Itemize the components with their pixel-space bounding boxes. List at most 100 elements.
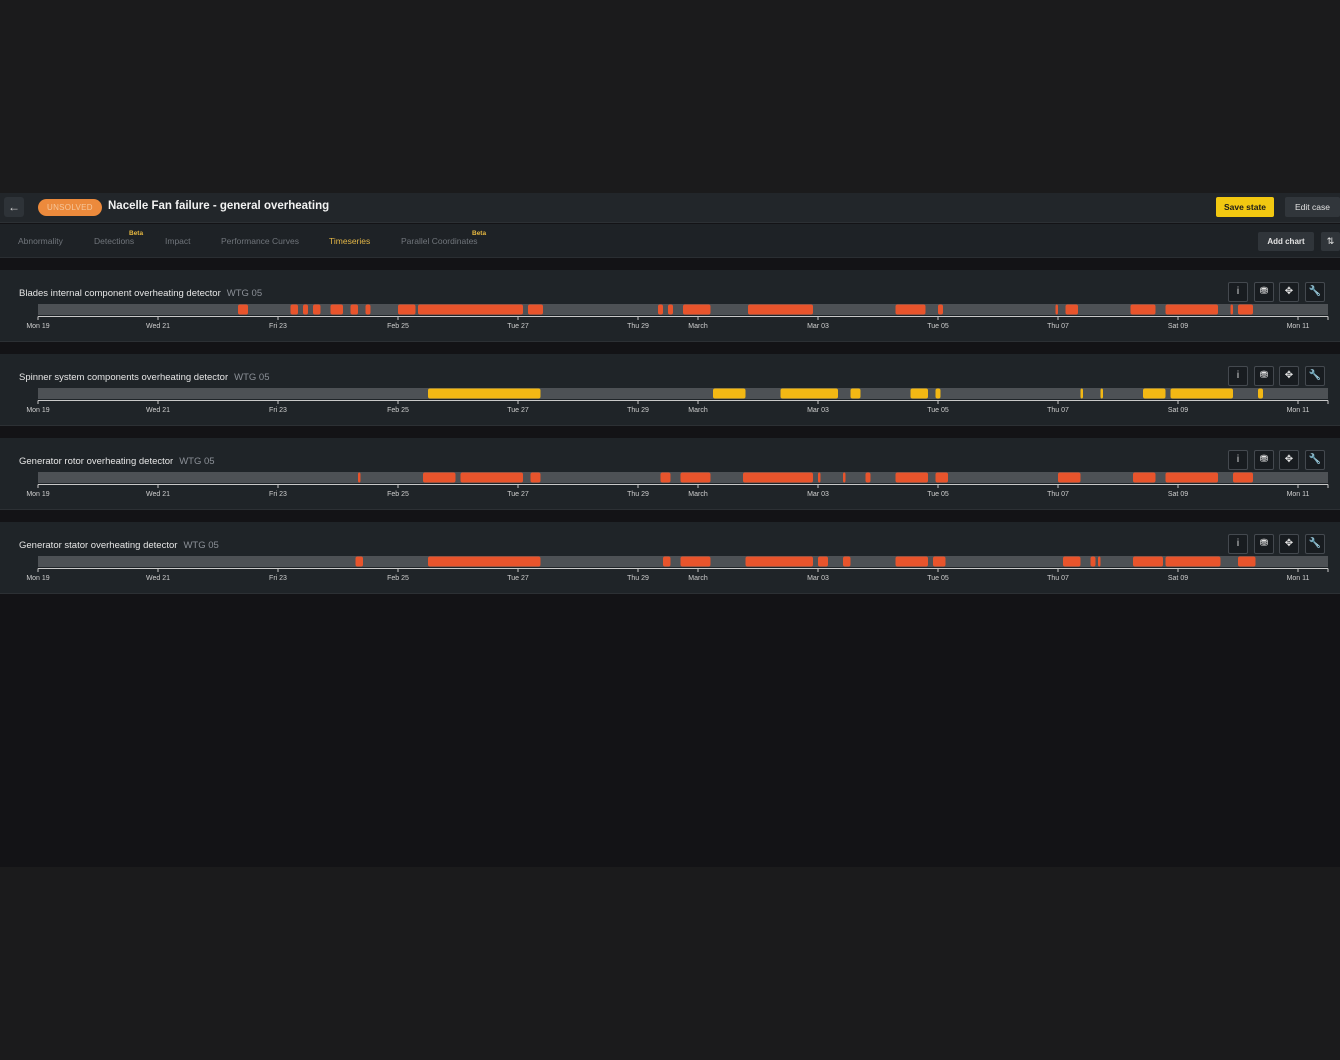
- x-axis-tick-label: Mon 11: [1287, 491, 1310, 498]
- x-axis-tick-label: Feb 25: [387, 407, 409, 414]
- event-bar: [1230, 304, 1233, 315]
- move-button[interactable]: ✥: [1279, 534, 1299, 554]
- detector-name: Generator rotor overheating detector: [19, 456, 174, 467]
- event-bar: [1063, 556, 1081, 567]
- sort-button[interactable]: ⇅: [1321, 232, 1340, 251]
- x-axis-tick-label: Mar 03: [807, 575, 829, 582]
- move-button[interactable]: ✥: [1279, 282, 1299, 302]
- settings-button[interactable]: 🔧: [1305, 366, 1325, 386]
- detector-timeline-chart: Mon 19 Wed 21 Fri 23 Feb 25 Tue 27 Thu 29 Marc…: [26, 304, 1329, 330]
- event-bar: [1165, 304, 1218, 315]
- tab-parallel-coordinates[interactable]: Parallel Coordinates: [401, 236, 478, 246]
- event-bar: [745, 556, 813, 567]
- x-axis-tick-label: Mon 19: [26, 323, 49, 330]
- event-bar: [910, 388, 928, 399]
- info-button[interactable]: i: [1228, 450, 1248, 470]
- event-bar: [895, 304, 926, 315]
- detector-timeline-chart: Mon 19 Wed 21 Fri 23 Feb 25 Tue 27 Thu 29 Marc…: [26, 556, 1329, 582]
- x-axis-tick-label: Wed 21: [146, 323, 170, 330]
- settings-button[interactable]: 🔧: [1305, 282, 1325, 302]
- detector-title: Generator rotor overheating detector WTG …: [19, 456, 215, 467]
- event-bar: [1238, 304, 1253, 315]
- x-axis-tick-label: Thu 29: [627, 407, 649, 414]
- x-axis-tick-label: Mar 03: [807, 407, 829, 414]
- filter-button[interactable]: ⛃: [1254, 534, 1274, 554]
- detector-title: Blades internal component overheating de…: [19, 288, 262, 299]
- move-button[interactable]: ✥: [1279, 450, 1299, 470]
- timeline-track: [38, 388, 1328, 399]
- info-button[interactable]: i: [1228, 366, 1248, 386]
- move-icon: ✥: [1284, 370, 1294, 381]
- detector-asset: WTG 05: [234, 372, 270, 383]
- filter-icon: ⛃: [1259, 286, 1269, 297]
- event-bar: [668, 304, 673, 315]
- filter-icon: ⛃: [1259, 538, 1269, 549]
- event-bar: [1258, 388, 1263, 399]
- x-axis-tick-label: Feb 25: [387, 491, 409, 498]
- move-icon: ✥: [1284, 454, 1294, 465]
- detector-title: Spinner system components overheating de…: [19, 372, 270, 383]
- x-axis-tick-label: Feb 25: [387, 575, 409, 582]
- detector-timeline-chart: Mon 19 Wed 21 Fri 23 Feb 25 Tue 27 Thu 29 Marc…: [26, 472, 1329, 498]
- event-bar: [1098, 556, 1101, 567]
- event-bar: [843, 472, 846, 483]
- event-bar: [1100, 388, 1103, 399]
- beta-badge: Beta: [129, 230, 144, 237]
- move-button[interactable]: ✥: [1279, 366, 1299, 386]
- detector-asset: WTG 05: [183, 540, 219, 551]
- x-axis-tick-label: Thu 29: [627, 323, 649, 330]
- filter-button[interactable]: ⛃: [1254, 282, 1274, 302]
- detector-panel: Spinner system components overheating de…: [0, 354, 1340, 426]
- settings-button[interactable]: 🔧: [1305, 450, 1325, 470]
- tab-timeseries[interactable]: Timeseries: [329, 236, 370, 246]
- x-axis-tick-label: Fri 23: [269, 491, 287, 498]
- event-bar: [398, 304, 416, 315]
- event-bar: [938, 304, 943, 315]
- event-bar: [1055, 304, 1058, 315]
- event-bar: [1133, 472, 1156, 483]
- event-bar: [1133, 556, 1163, 567]
- x-axis-tick-label: Sat 09: [1168, 323, 1188, 330]
- filter-button[interactable]: ⛃: [1254, 366, 1274, 386]
- event-bar: [355, 556, 363, 567]
- x-axis-tick-label: Wed 21: [146, 491, 170, 498]
- event-bar: [1065, 304, 1078, 315]
- detector-name: Spinner system components overheating de…: [19, 372, 229, 383]
- event-bar: [1143, 388, 1166, 399]
- add-chart-button[interactable]: Add chart: [1258, 232, 1314, 251]
- x-axis-tick-label: Mon 19: [26, 575, 49, 582]
- x-axis-tick-label: Tue 27: [507, 491, 529, 498]
- x-axis-tick-label: Sat 09: [1168, 491, 1188, 498]
- filter-button[interactable]: ⛃: [1254, 450, 1274, 470]
- event-bar: [895, 472, 928, 483]
- event-bar: [818, 556, 828, 567]
- detector-asset: WTG 05: [226, 288, 263, 299]
- tab-impact[interactable]: Impact: [165, 236, 191, 246]
- x-axis-tick-label: Wed 21: [146, 407, 170, 414]
- event-bar: [1165, 556, 1221, 567]
- edit-case-button[interactable]: Edit case: [1285, 197, 1340, 217]
- status-badge: UNSOLVED: [38, 199, 102, 216]
- tab-abnormality[interactable]: Abnormality: [18, 236, 63, 246]
- bottom-background: [0, 867, 1340, 1060]
- back-button[interactable]: ←: [4, 197, 24, 217]
- event-bar: [743, 472, 813, 483]
- tab-performance-curves[interactable]: Performance Curves: [221, 236, 299, 246]
- event-bar: [935, 472, 948, 483]
- event-bar: [428, 556, 541, 567]
- x-axis-tick-label: Thu 29: [627, 575, 649, 582]
- event-bar: [428, 388, 541, 399]
- wrench-icon: 🔧: [1308, 286, 1322, 297]
- info-button[interactable]: i: [1228, 534, 1248, 554]
- save-state-button[interactable]: Save state: [1216, 197, 1274, 217]
- settings-button[interactable]: 🔧: [1305, 534, 1325, 554]
- info-button[interactable]: i: [1228, 282, 1248, 302]
- event-bar: [330, 304, 343, 315]
- event-bar: [935, 388, 941, 399]
- tab-detections[interactable]: Detections: [94, 236, 134, 246]
- tab-bar: Abnormality Detections Beta Impact Perfo…: [0, 224, 1340, 258]
- detector-timeline-chart: Mon 19 Wed 21 Fri 23 Feb 25 Tue 27 Thu 29 Marc…: [26, 388, 1329, 414]
- info-icon: i: [1236, 454, 1240, 465]
- sort-icon: ⇅: [1326, 236, 1335, 246]
- event-bar: [313, 304, 321, 315]
